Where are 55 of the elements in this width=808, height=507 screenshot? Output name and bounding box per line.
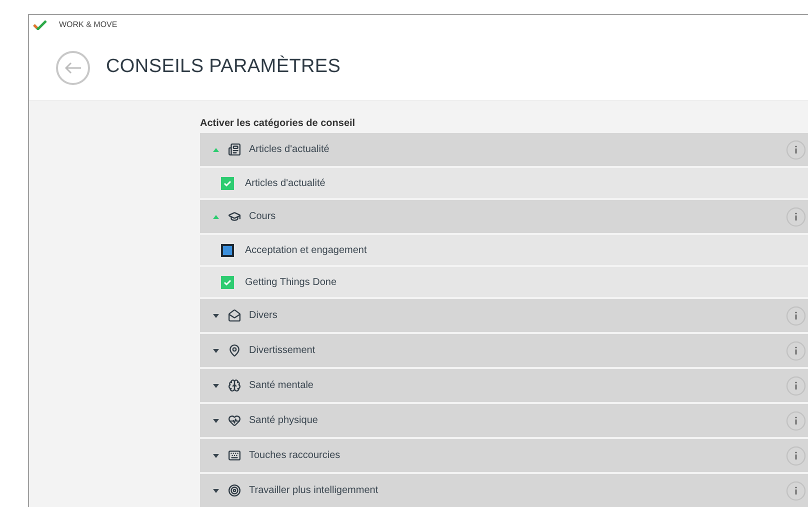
category-label: Divers [249,309,278,323]
back-button[interactable] [56,50,90,85]
category-label: Articles d'actualité [249,143,330,157]
caret-down-icon[interactable] [213,488,219,492]
pin-icon [228,344,241,357]
option-label: Getting Things Done [245,276,337,290]
category-label: Divertissement [249,344,316,358]
checkbox[interactable] [221,276,234,288]
category-row[interactable]: Divers [200,299,808,332]
category-label: Santé physique [249,414,318,428]
back-arrow-icon [64,62,82,74]
category-label: Travailler plus intelligemment [249,484,378,498]
checkbox[interactable] [221,176,234,190]
brain-icon [228,379,241,392]
heart-pulse-icon [228,414,241,427]
category-row[interactable]: Divertissement [200,334,808,367]
option-row[interactable]: Acceptation et engagement [200,235,808,265]
newspaper-icon [228,143,241,156]
category-label: Touches raccourcies [249,449,340,463]
caret-down-icon[interactable] [213,418,219,422]
info-icon[interactable] [786,446,806,466]
caret-up-icon[interactable] [213,148,219,152]
app-name: WORK & MOVE [59,19,118,32]
checkbox[interactable] [221,244,234,256]
caret-down-icon[interactable] [213,384,219,388]
category-row[interactable]: Santé mentale [200,369,808,402]
category-row[interactable]: Articles d'actualité [200,133,808,166]
info-icon[interactable] [786,480,806,500]
info-icon[interactable] [786,410,806,430]
keyboard-icon [228,449,241,462]
info-icon[interactable] [786,206,806,226]
caret-down-icon[interactable] [213,454,219,458]
page-title: CONSEILS PARAMÈTRES [106,54,341,80]
info-icon[interactable] [786,306,806,326]
option-row[interactable]: Articles d'actualité [200,168,808,198]
option-label: Acceptation et engagement [245,244,367,258]
category-row[interactable]: Cours [200,200,808,233]
category-row[interactable]: Travailler plus intelligemment [200,474,808,507]
option-label: Articles d'actualité [245,176,326,190]
envelope-icon [228,309,241,322]
option-row[interactable]: Getting Things Done [200,267,808,297]
caret-down-icon[interactable] [213,314,219,318]
graduation-cap-icon [228,210,241,223]
caret-up-icon[interactable] [213,214,219,218]
caret-down-icon[interactable] [213,348,219,352]
info-icon[interactable] [786,376,806,396]
info-icon[interactable] [786,140,806,160]
section-label: Activer les catégories de conseil [200,117,356,130]
category-label: Santé mentale [249,379,314,393]
target-icon [228,484,241,497]
logo-check-icon [33,20,47,30]
info-icon[interactable] [786,340,806,360]
category-row[interactable]: Santé physique [200,404,808,437]
category-label: Cours [249,210,276,224]
category-row[interactable]: Touches raccourcies [200,439,808,472]
